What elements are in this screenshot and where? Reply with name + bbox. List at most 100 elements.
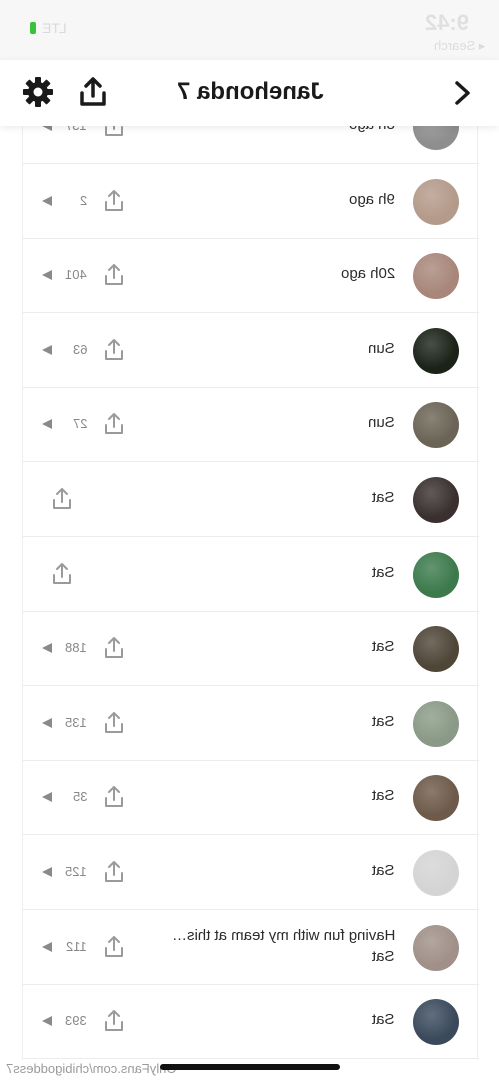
share-icon[interactable] — [103, 935, 125, 959]
views-arrow-icon — [42, 1016, 52, 1027]
view-count-text: 112 — [66, 938, 87, 954]
share-icon[interactable] — [103, 1009, 125, 1033]
views-arrow-icon — [42, 643, 52, 654]
views-arrow-icon — [42, 344, 52, 355]
view-count-text: 2 — [79, 192, 87, 208]
view-count: 63 — [57, 342, 87, 357]
share-icon[interactable] — [103, 636, 125, 660]
watermark: OnlyFans.com/chibigoddess7 — [6, 1061, 177, 1076]
view-count: 393 — [57, 1013, 87, 1028]
row-label: Sun — [368, 414, 395, 431]
avatar[interactable] — [413, 924, 459, 971]
row-label: Sat — [372, 638, 395, 655]
row-label-text: Sat — [372, 1011, 395, 1029]
view-count-text: 35 — [72, 789, 87, 805]
share-icon[interactable] — [51, 562, 73, 586]
list-item[interactable]: 9h ago 2 — [23, 165, 479, 239]
row-label-text: Sat — [372, 712, 395, 730]
list-item[interactable]: Sun 63 — [23, 314, 479, 388]
list-item[interactable]: Having fun with my team at this… Sat 112 — [23, 911, 479, 985]
row-label: Sat — [372, 713, 395, 730]
avatar[interactable] — [413, 551, 459, 598]
row-label-text: Sun — [368, 339, 395, 357]
views-arrow-icon — [42, 270, 52, 281]
list-item[interactable]: Sat 393 — [23, 985, 479, 1060]
list-item[interactable]: Sun 27 — [23, 388, 479, 463]
avatar[interactable] — [413, 850, 459, 896]
battery-icon — [30, 22, 36, 34]
row-label-text: Sat — [372, 489, 395, 506]
row-label-text: 9h ago — [349, 190, 395, 208]
row-label-subtext: Sat — [372, 947, 395, 965]
row-label: Sat — [372, 489, 395, 506]
view-count-text: 393 — [65, 1013, 87, 1029]
avatar[interactable] — [413, 626, 459, 673]
row-label: Sat — [372, 1011, 395, 1028]
share-icon[interactable] — [78, 76, 108, 108]
share-icon[interactable] — [103, 785, 125, 809]
views-arrow-icon — [42, 419, 52, 430]
view-count: 125 — [57, 864, 87, 879]
list-item[interactable]: Sat 188 — [23, 612, 479, 687]
view-count-text: 135 — [65, 714, 87, 730]
view-count-text: 63 — [72, 341, 87, 357]
share-icon[interactable] — [103, 338, 125, 362]
view-count: 112 — [57, 939, 87, 954]
view-count: 188 — [57, 640, 87, 655]
view-count: 401 — [57, 267, 87, 282]
row-label: 20h ago — [341, 265, 395, 282]
avatar[interactable] — [413, 999, 459, 1046]
gear-icon[interactable] — [22, 76, 54, 108]
avatar[interactable] — [413, 253, 459, 300]
row-label-text: Sun — [368, 414, 395, 432]
share-icon[interactable] — [51, 487, 73, 511]
chevron-right-icon[interactable] — [452, 80, 474, 106]
row-label: Sat — [372, 564, 395, 581]
row-label-text: Having fun with my team at this… — [171, 926, 395, 944]
view-count-text: 27 — [72, 416, 87, 432]
status-back-link[interactable]: ◂ Search — [434, 38, 485, 54]
status-time: 9:42 — [424, 10, 469, 35]
row-label: Having fun with my team at this… Sat — [172, 927, 395, 965]
story-list: 8h ago1379h ago220h ago401Sun63Sun27SatS… — [22, 90, 479, 1060]
views-arrow-icon — [42, 792, 52, 803]
status-bar: 9:42 ◂ Search LTE — [0, 0, 499, 60]
list-item[interactable]: Sat 125 — [23, 836, 479, 910]
avatar[interactable] — [413, 402, 459, 449]
share-icon[interactable] — [103, 860, 125, 884]
share-icon[interactable] — [103, 189, 125, 213]
avatar[interactable] — [413, 178, 459, 225]
view-count-text: 188 — [65, 640, 87, 656]
list-item[interactable]: Sat 135 — [23, 687, 479, 761]
avatar[interactable] — [413, 477, 459, 523]
row-label-text: Sat — [372, 862, 395, 879]
home-indicator — [160, 1064, 340, 1070]
row-label: 9h ago — [349, 191, 395, 208]
views-arrow-icon — [42, 867, 52, 877]
view-count: 35 — [57, 789, 87, 804]
row-label-text: 20h ago — [340, 265, 395, 283]
row-label: Sat — [372, 787, 395, 804]
view-count-text: 125 — [65, 864, 87, 879]
list-item[interactable]: 20h ago 401 — [23, 239, 479, 314]
row-label-text: Sat — [372, 787, 395, 805]
view-count-text: 401 — [65, 267, 87, 283]
avatar[interactable] — [413, 700, 459, 747]
avatar[interactable] — [413, 327, 459, 374]
views-arrow-icon — [42, 717, 52, 728]
status-carrier: LTE — [30, 20, 67, 36]
list-item[interactable]: Sat — [23, 463, 479, 537]
avatar[interactable] — [413, 775, 459, 822]
share-icon[interactable] — [103, 263, 125, 287]
row-label-text: Sat — [372, 563, 395, 581]
list-item[interactable]: Sat — [23, 538, 479, 612]
view-count: 27 — [57, 416, 87, 431]
carrier-label: LTE — [42, 20, 67, 36]
list-item[interactable]: Sat 35 — [23, 761, 479, 836]
row-label: Sat — [372, 862, 395, 879]
view-count: 135 — [57, 715, 87, 730]
share-icon[interactable] — [103, 412, 125, 436]
share-icon[interactable] — [103, 711, 125, 735]
row-label: Sun — [368, 340, 395, 357]
view-count: 2 — [57, 193, 87, 208]
